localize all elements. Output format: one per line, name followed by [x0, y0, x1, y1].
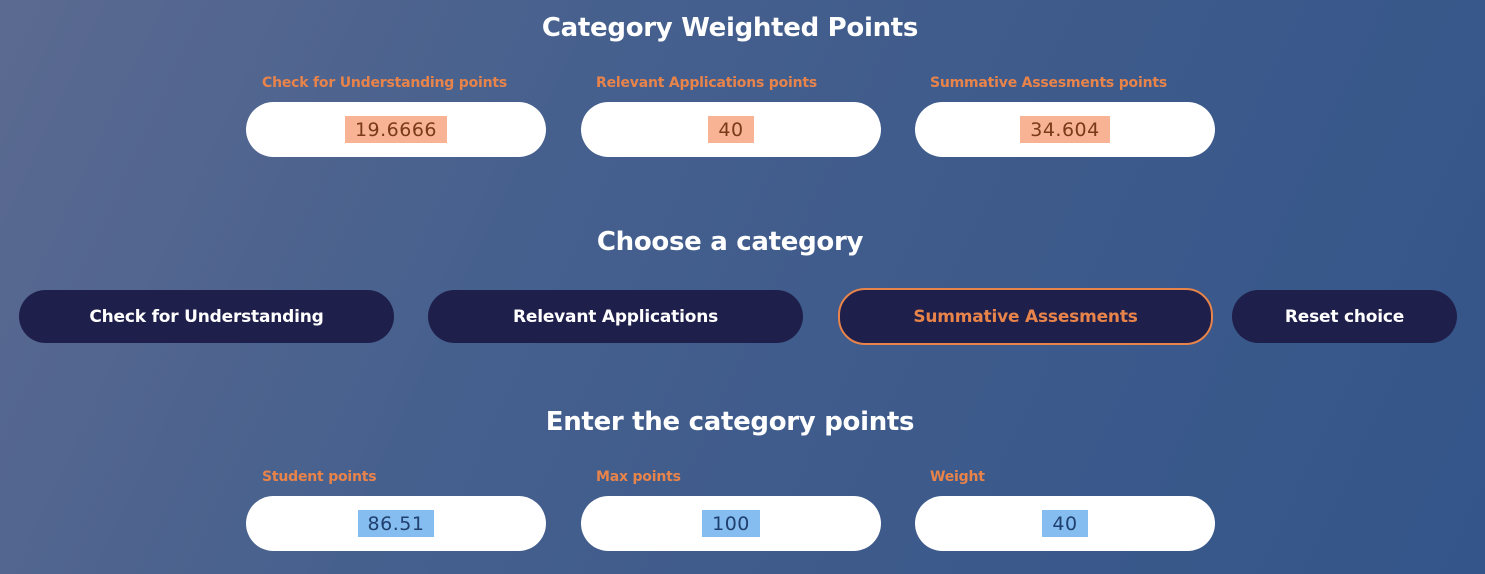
student-points-value[interactable]: 86.51 [357, 510, 435, 537]
check-for-understanding-button[interactable]: Check for Understanding [19, 290, 394, 343]
relevant-applications-button[interactable]: Relevant Applications [428, 290, 803, 343]
student-points-input[interactable]: 86.51 [246, 496, 546, 551]
sa-points-output: 34.604 [915, 102, 1215, 157]
max-points-label: Max points [596, 469, 681, 485]
summative-assesments-button[interactable]: Summative Assesments [838, 288, 1213, 345]
weight-value[interactable]: 40 [1042, 510, 1088, 537]
student-points-label: Student points [262, 469, 377, 485]
weight-input[interactable]: 40 [915, 496, 1215, 551]
weighted-points-title: Category Weighted Points [541, 13, 919, 43]
sa-points-value: 34.604 [1020, 116, 1110, 143]
cfu-points-value: 19.6666 [344, 116, 448, 143]
max-points-input[interactable]: 100 [581, 496, 881, 551]
ra-points-label: Relevant Applications points [596, 75, 818, 91]
cfu-points-output: 19.6666 [246, 102, 546, 157]
cfu-points-label: Check for Understanding points [262, 75, 508, 91]
max-points-value[interactable]: 100 [702, 510, 760, 537]
reset-choice-button[interactable]: Reset choice [1232, 290, 1457, 343]
ra-points-output: 40 [581, 102, 881, 157]
ra-points-value: 40 [708, 116, 754, 143]
choose-category-title: Choose a category [596, 227, 864, 257]
sa-points-label: Summative Assesments points [930, 75, 1167, 91]
weight-label: Weight [930, 469, 985, 485]
enter-points-title: Enter the category points [545, 407, 915, 437]
